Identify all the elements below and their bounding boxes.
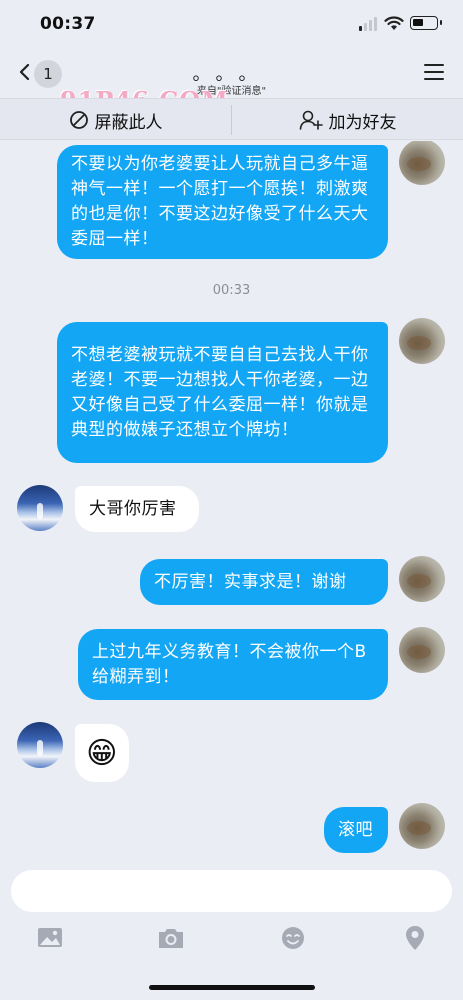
block-button[interactable]: 屏蔽此人 [0,99,231,141]
image-icon[interactable] [35,924,65,952]
add-friend-label: 加为好友 [328,112,397,133]
message-input[interactable] [11,870,452,912]
add-friend-button[interactable]: 加为好友 [232,99,463,141]
avatar[interactable] [399,627,445,673]
menu-button[interactable] [424,64,444,80]
emoji-message[interactable]: 😁 [75,724,129,782]
message-bubble[interactable]: 滚吧 [324,807,388,853]
status-time: 00:37 [40,14,96,34]
avatar[interactable] [17,722,63,768]
message-bubble[interactable]: 不想老婆被玩就不要自自己去找人干你老婆！不要一边想找人干你老婆，一边又好像自己受… [57,322,388,463]
message-bubble[interactable]: 不要以为你老婆要让人玩就自己多牛逼神气一样！一个愿打一个愿挨！刺激爽的也是你！不… [57,145,388,259]
nav-bar: 1 。。。 来自"验证消息" 91P46.COM [0,46,463,115]
battery-icon [410,16,442,30]
avatar[interactable] [399,141,445,185]
avatar[interactable] [17,485,63,531]
location-icon[interactable] [400,924,430,952]
message-list[interactable]: 不要以为你老婆要让人玩就自己多牛逼神气一样！一个愿打一个愿挨！刺激爽的也是你！不… [0,141,463,862]
chat-screen: 00:37 1 。。。 来自"验证消息" 91P46.COM [0,0,463,1000]
camera-icon[interactable] [156,924,186,952]
message-timestamp: 00:33 [212,283,251,298]
emoji-icon[interactable] [278,924,308,952]
avatar[interactable] [399,556,445,602]
cellular-signal-icon [359,17,378,31]
add-user-icon [299,110,323,130]
message-bubble[interactable]: 上过九年义务教育！不会被你一个B给糊弄到！ [78,629,388,700]
input-area [0,862,463,1000]
message-bubble[interactable]: 不厉害！实事求是！谢谢 [140,559,388,605]
avatar[interactable] [399,803,445,849]
avatar[interactable] [399,318,445,364]
action-bar: 屏蔽此人 加为好友 [0,98,463,140]
status-bar: 00:37 [0,0,463,46]
block-label: 屏蔽此人 [94,112,163,133]
block-icon [69,111,88,129]
wifi-icon [384,16,404,30]
message-bubble[interactable]: 大哥你厉害 [75,486,199,532]
home-indicator [149,985,315,990]
